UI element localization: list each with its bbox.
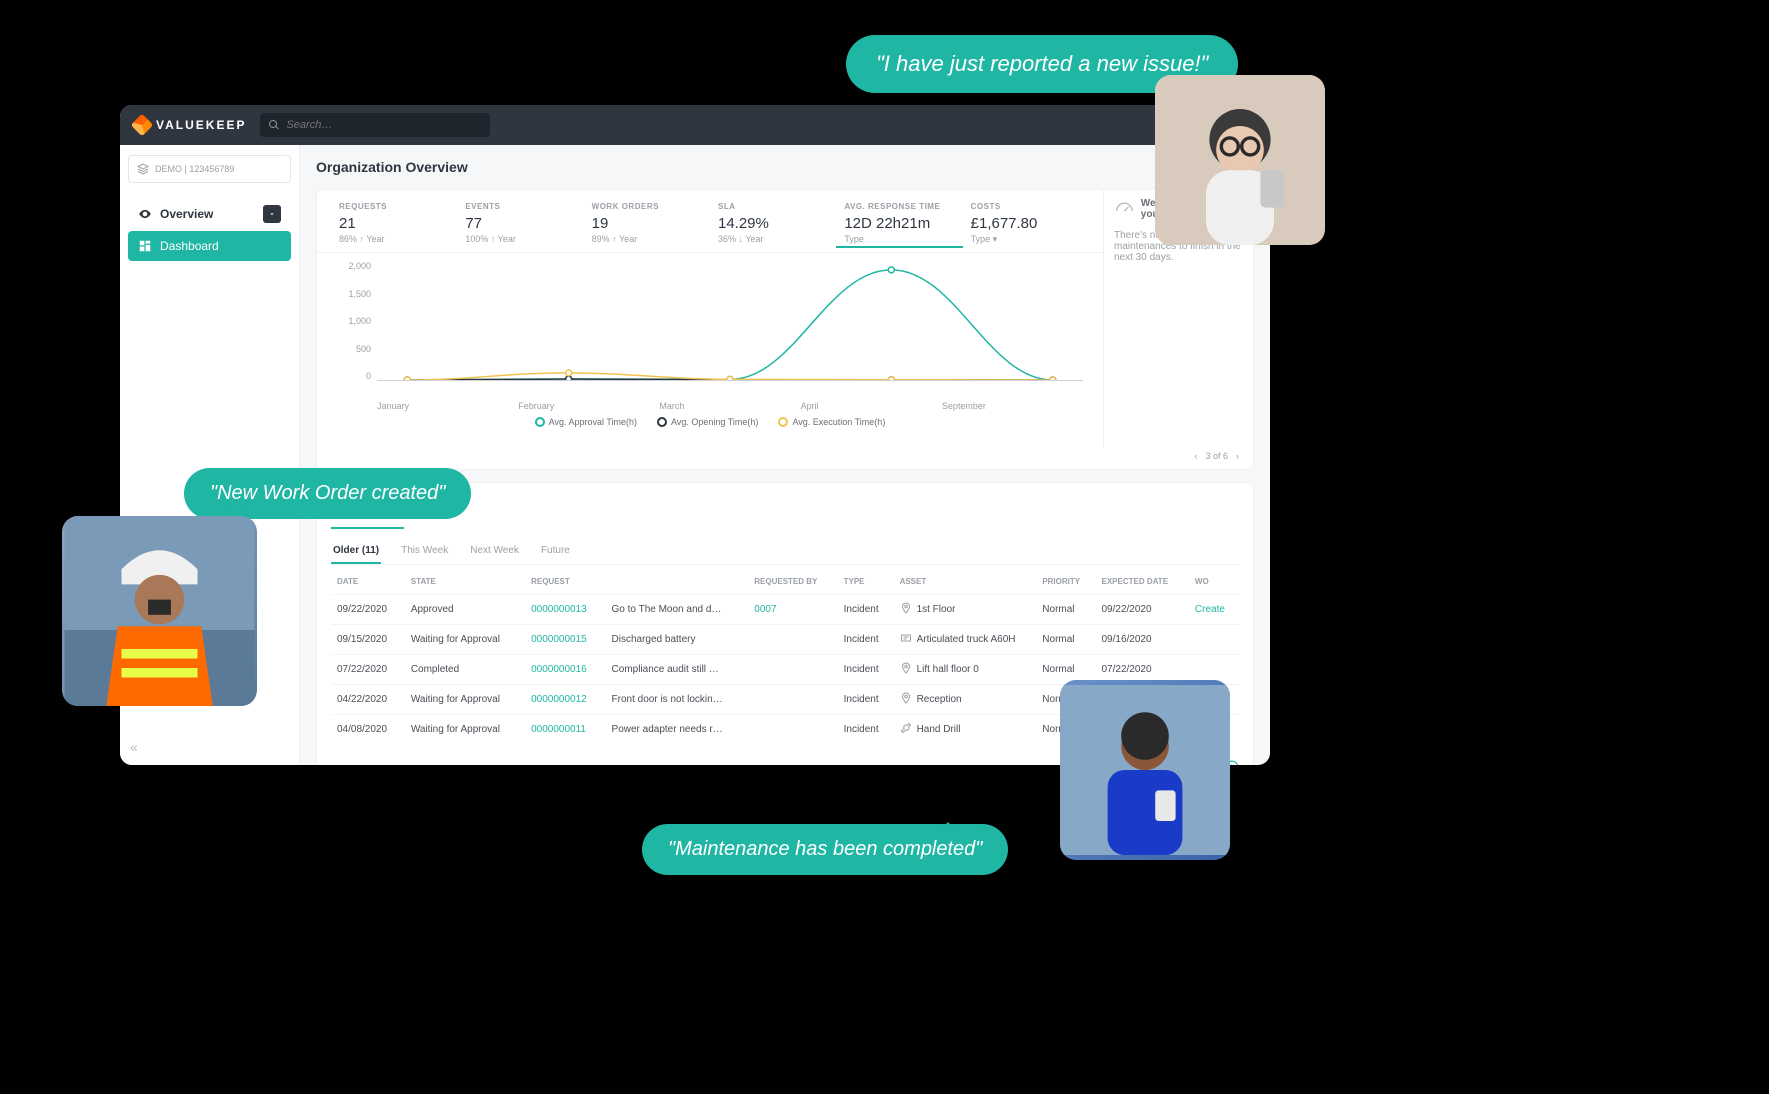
- search-icon: [268, 119, 280, 131]
- avatar-worker: [62, 516, 257, 706]
- stat-avg-response-time[interactable]: AVG. RESPONSE TIME12D 22h21mType: [836, 200, 962, 248]
- pin-icon: [900, 602, 912, 617]
- tab-future[interactable]: Future: [539, 539, 572, 564]
- chart-legend: Avg. Approval Time(h) Avg. Opening Time(h…: [337, 411, 1083, 437]
- speech-bubble-2: "New Work Order created": [184, 468, 471, 519]
- layers-icon: [137, 163, 149, 175]
- search-box[interactable]: [260, 113, 490, 137]
- tab-this-week[interactable]: This Week: [399, 539, 450, 564]
- brand-logo: VALUEKEEP: [134, 117, 246, 133]
- nav-dashboard-label: Dashboard: [160, 239, 219, 253]
- main-content: Organization Overview REQUESTS2186% ↑ Ye…: [300, 145, 1270, 765]
- avatar-technician: [1060, 680, 1230, 860]
- legend-item: Avg. Execution Time(h): [778, 417, 885, 427]
- pin-icon: [900, 662, 912, 677]
- avatar-reporter: [1155, 75, 1325, 245]
- legend-item: Avg. Opening Time(h): [657, 417, 758, 427]
- table-row[interactable]: 09/15/2020Waiting for Approval0000000015…: [331, 625, 1239, 655]
- tool-icon: [900, 722, 912, 737]
- stat-work-orders[interactable]: WORK ORDERS1989% ↑ Year: [584, 200, 710, 248]
- chart-container: 2,0001,5001,0005000 JanuaryFebruaryMarch…: [317, 252, 1103, 447]
- stat-events[interactable]: EVENTS77100% ↑ Year: [457, 200, 583, 248]
- col-header: DATE: [331, 569, 405, 595]
- col-header: TYPE: [838, 569, 894, 595]
- stat-costs[interactable]: COSTS£1,677.80Type ▾: [963, 200, 1089, 248]
- eye-icon: [138, 207, 152, 221]
- chevron-down-icon: [263, 205, 281, 223]
- col-header: REQUEST: [525, 569, 605, 595]
- chart-x-axis: JanuaryFebruaryMarchAprilSeptember: [377, 401, 1083, 411]
- tabs: Older (11) This Week Next Week Future: [331, 539, 1239, 565]
- speech-bubble-3: "Maintenance has been completed": [642, 824, 1008, 875]
- col-header: ASSET: [894, 569, 1037, 595]
- search-input[interactable]: [286, 119, 482, 131]
- pager: ‹ 3 of 6 ›: [317, 447, 1253, 469]
- stat-requests[interactable]: REQUESTS2186% ↑ Year: [331, 200, 457, 248]
- col-header: WO: [1189, 569, 1239, 595]
- pin-icon: [900, 692, 912, 707]
- gauge-icon: [1114, 200, 1135, 222]
- col-header: PRIORITY: [1036, 569, 1095, 595]
- stat-sla[interactable]: SLA14.29%36% ↓ Year: [710, 200, 836, 248]
- stats-card: REQUESTS2186% ↑ YearEVENTS77100% ↑ YearW…: [316, 189, 1254, 470]
- org-chip-label: DEMO | 123456789: [155, 164, 234, 174]
- collapse-sidebar-icon[interactable]: «: [130, 739, 138, 755]
- tab-older-[interactable]: Older (11): [331, 539, 381, 564]
- tab-next-week[interactable]: Next Week: [468, 539, 521, 564]
- page-title: Organization Overview: [316, 159, 1254, 175]
- col-header: STATE: [405, 569, 525, 595]
- col-header: EXPECTED DATE: [1096, 569, 1189, 595]
- pager-text: 3 of 6: [1205, 451, 1228, 461]
- logo-mark-icon: [131, 114, 154, 137]
- brand-text: VALUEKEEP: [156, 118, 246, 132]
- col-header: REQUESTED BY: [748, 569, 837, 595]
- nav-overview-label: Overview: [160, 207, 213, 221]
- topbar: VALUEKEEP +: [120, 105, 1270, 145]
- legend-item: Avg. Approval Time(h): [535, 417, 637, 427]
- dashboard-icon: [138, 239, 152, 253]
- pager-next-icon[interactable]: ›: [1236, 451, 1239, 461]
- org-chip[interactable]: DEMO | 123456789: [128, 155, 291, 183]
- col-header: [606, 569, 749, 595]
- equip-icon: [900, 632, 912, 647]
- nav-overview[interactable]: Overview: [128, 197, 291, 231]
- app-window: VALUEKEEP + DEMO | 123456789 Overview: [120, 105, 1270, 765]
- table-row[interactable]: 09/22/2020Approved0000000013Go to The Mo…: [331, 595, 1239, 625]
- nav-dashboard[interactable]: Dashboard: [128, 231, 291, 261]
- chart-y-axis: 2,0001,5001,0005000: [337, 261, 377, 381]
- chart-plot: [377, 261, 1083, 381]
- pager-prev-icon[interactable]: ‹: [1194, 451, 1197, 461]
- nav: Overview Dashboard: [128, 197, 291, 261]
